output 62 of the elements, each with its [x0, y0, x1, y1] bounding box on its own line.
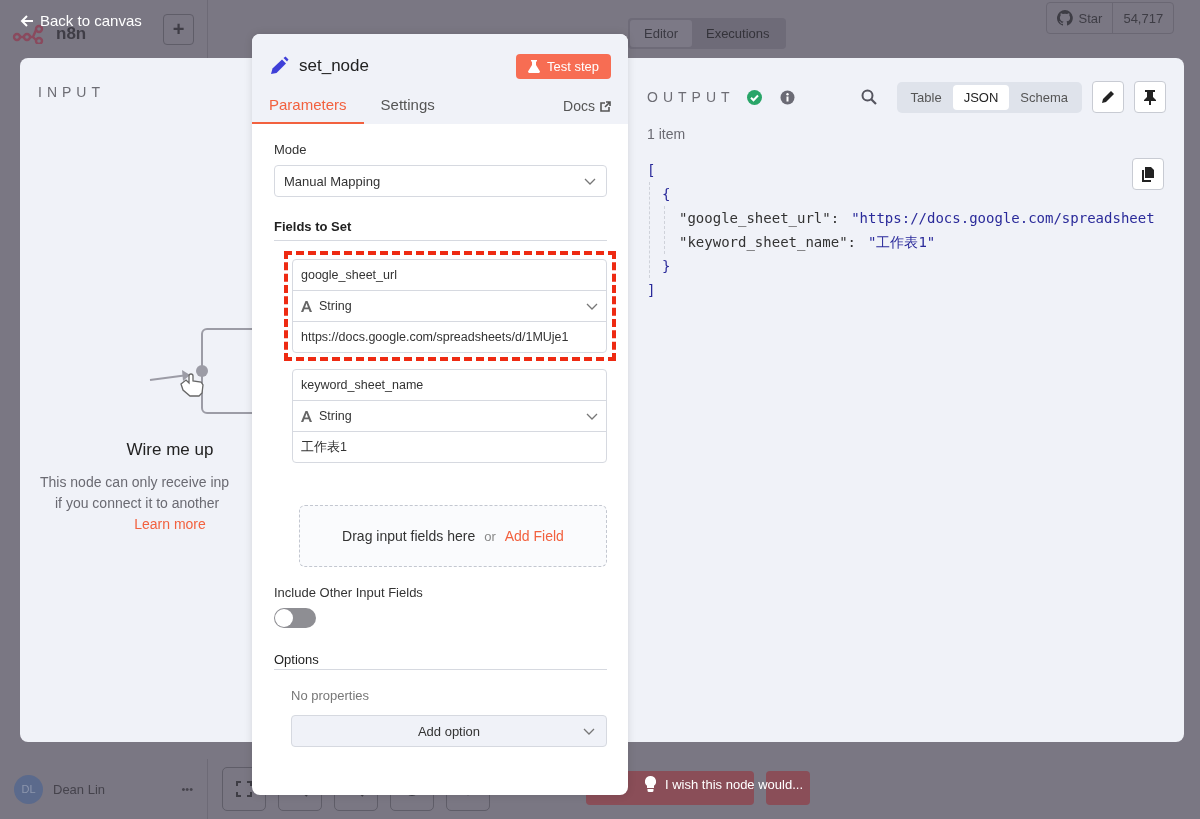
add-option-dropdown[interactable]: Add option: [291, 715, 607, 747]
node-title: set_node: [299, 56, 369, 76]
text-type-icon: [301, 410, 312, 422]
field-value-input[interactable]: https://docs.google.com/spreadsheets/d/1MUje1: [293, 322, 606, 352]
back-arrow-icon: [20, 13, 34, 28]
empty-state-heading: Wire me up: [126, 440, 214, 460]
json-value: "https://docs.google.com/spreadsheet: [851, 210, 1155, 226]
json-key: "keyword_sheet_name":: [679, 234, 856, 250]
or-text: or: [484, 528, 496, 544]
output-title: OUTPUT: [647, 89, 735, 105]
json-value: "工作表1": [868, 234, 936, 250]
json-bracket: ]: [647, 281, 656, 300]
field-name-input[interactable]: google_sheet_url: [293, 260, 606, 291]
edit-output-button[interactable]: [1092, 81, 1124, 113]
type-select[interactable]: String: [293, 291, 606, 322]
feedback-hint-tooltip[interactable]: I wish this node would...: [645, 776, 804, 792]
chevron-down-icon: [586, 302, 598, 310]
field-label: Mode: [274, 142, 308, 157]
copy-button[interactable]: [1132, 158, 1164, 190]
pencil-icon: [269, 56, 289, 76]
star-count: 54,717: [1122, 9, 1165, 28]
docs-link[interactable]: Docs: [563, 98, 611, 124]
pin-icon: [1142, 89, 1158, 105]
add-field-link[interactable]: Add Field: [504, 528, 564, 544]
field-label: Include Other Input Fields: [274, 585, 424, 600]
search-icon[interactable]: [860, 89, 877, 105]
flask-icon: [527, 59, 540, 73]
toggle-switch[interactable]: [274, 608, 316, 628]
drop-zone-text: Drag input fields here: [342, 528, 476, 544]
input-title: INPUT: [38, 84, 105, 100]
info-icon[interactable]: [779, 89, 795, 105]
empty-state-message: if you connect it to another: [55, 494, 220, 513]
chevron-down-icon: [583, 728, 595, 735]
section-heading: Fields to Set: [274, 219, 607, 241]
external-link-icon: [600, 100, 611, 112]
field-name-input[interactable]: keyword_sheet_name: [293, 370, 606, 401]
display-mode-tab[interactable]: JSON: [952, 84, 1010, 110]
json-brace: {: [662, 185, 671, 204]
fit-view-icon: [235, 780, 253, 798]
field-value-input[interactable]: 工作表1: [293, 432, 606, 462]
section-heading: Options: [274, 652, 607, 670]
pencil-icon: [1100, 89, 1116, 105]
display-mode-tab[interactable]: Schema: [1009, 84, 1079, 110]
chevron-down-icon: [586, 412, 598, 420]
mode-select[interactable]: Manual Mapping: [274, 165, 607, 197]
json-key: "google_sheet_url":: [679, 210, 840, 226]
json-brace: }: [662, 257, 671, 276]
item-count: 1 item: [647, 126, 687, 142]
github-icon: [1056, 10, 1073, 26]
back-to-canvas-link[interactable]: Back to canvas: [20, 12, 142, 29]
type-select[interactable]: String: [293, 401, 606, 432]
star-label: Star: [1078, 10, 1103, 26]
pin-data-button[interactable]: [1134, 81, 1166, 113]
json-bracket: [: [647, 161, 656, 180]
text-type-icon: [301, 300, 312, 312]
chevron-down-icon: [584, 177, 596, 185]
panel-tab[interactable]: Settings: [363, 90, 452, 124]
lightbulb-icon: [645, 776, 656, 792]
empty-state-message: This node can only receive inp: [40, 473, 230, 492]
empty-options-text: No properties: [291, 688, 371, 703]
copy-icon: [1140, 166, 1156, 182]
display-mode-tab[interactable]: Table: [899, 84, 953, 110]
